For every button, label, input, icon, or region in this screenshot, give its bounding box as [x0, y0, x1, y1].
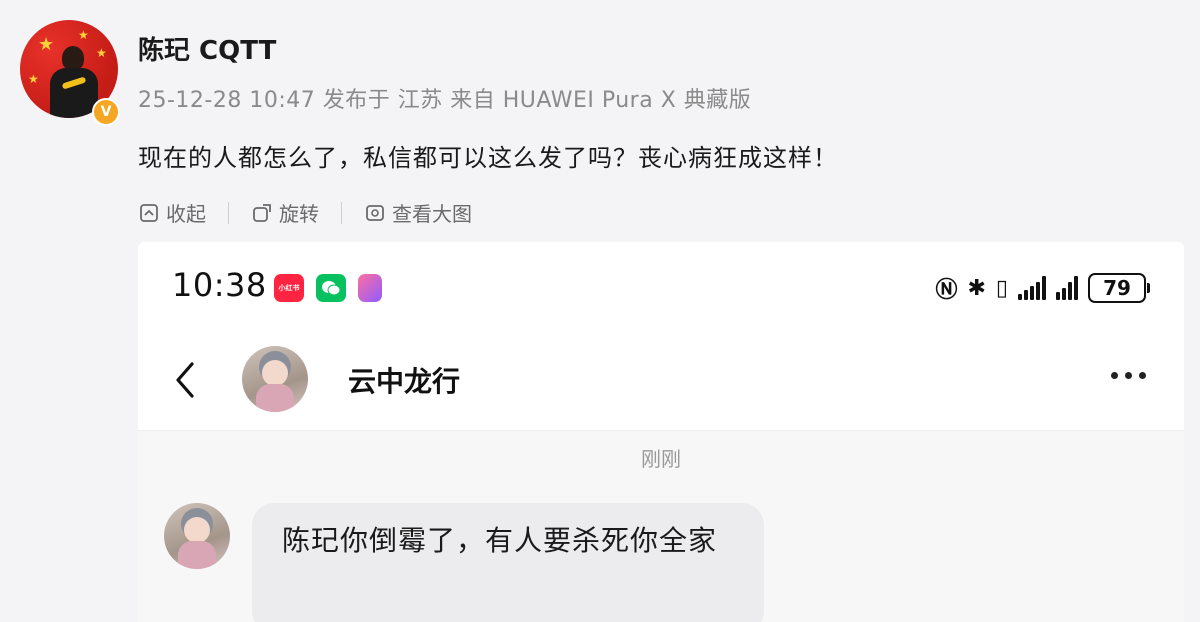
message-timestamp: 刚刚 [641, 447, 681, 471]
collapse-icon [140, 203, 158, 222]
sender-avatar[interactable] [164, 503, 230, 569]
rotate-label: 旋转 [279, 202, 319, 226]
wechat-app-icon [316, 274, 346, 302]
chat-header: 云中龙行 [138, 334, 1184, 431]
nfc-icon: Ⓝ [935, 278, 958, 303]
collapse-label: 收起 [166, 202, 206, 226]
rotate-icon [253, 203, 271, 222]
contact-name[interactable]: 云中龙行 [348, 360, 460, 400]
view-large-button[interactable]: 查看大图 [364, 198, 472, 227]
image-actions-bar: 收起 旋转 查看大图 [138, 198, 472, 227]
view-large-label: 查看大图 [392, 202, 472, 226]
verified-badge-icon: V [92, 98, 120, 126]
signal-strength-icon [1056, 276, 1078, 300]
star-icon: ★ [96, 46, 107, 60]
star-icon: ★ [78, 28, 89, 42]
divider [341, 201, 342, 224]
more-options-icon[interactable] [1111, 372, 1146, 379]
status-icons: Ⓝ ✱ ▯ 79 [935, 272, 1150, 304]
divider [228, 201, 229, 224]
chat-messages: 刚刚 陈玘你倒霉了，有人要杀死你全家 [138, 431, 1184, 622]
star-icon: ★ [38, 34, 55, 55]
signal-strength-icon [1018, 276, 1046, 300]
back-chevron-icon[interactable] [168, 356, 204, 404]
battery-icon: 79 [1088, 273, 1150, 303]
vibrate-icon: ▯ [995, 275, 1008, 301]
post-username[interactable]: 陈玘 CQTT [138, 30, 276, 67]
embedded-screenshot[interactable]: 10:38 小红书 Ⓝ ✱ ▯ 79 云中龙行 刚刚 陈玘你倒霉了，有人要杀死你… [138, 242, 1184, 622]
rotate-button[interactable]: 旋转 [251, 198, 319, 227]
star-icon: ★ [28, 72, 39, 86]
post-meta: 25-12-28 10:47 发布于 江苏 来自 HUAWEI Pura X 典… [138, 88, 752, 113]
post-text: 现在的人都怎么了，私信都可以这么发了吗？丧心病狂成这样！ [138, 144, 838, 172]
zoom-image-icon [366, 204, 384, 221]
xiaohongshu-app-icon: 小红书 [274, 274, 304, 302]
app-icon [358, 274, 382, 302]
contact-avatar[interactable] [242, 346, 308, 412]
status-time: 10:38 [172, 266, 267, 304]
bluetooth-icon: ✱ [967, 275, 986, 301]
message-bubble[interactable]: 陈玘你倒霉了，有人要杀死你全家 [252, 503, 764, 622]
status-bar: 10:38 小红书 Ⓝ ✱ ▯ 79 [138, 242, 1184, 334]
collapse-button[interactable]: 收起 [138, 198, 206, 227]
